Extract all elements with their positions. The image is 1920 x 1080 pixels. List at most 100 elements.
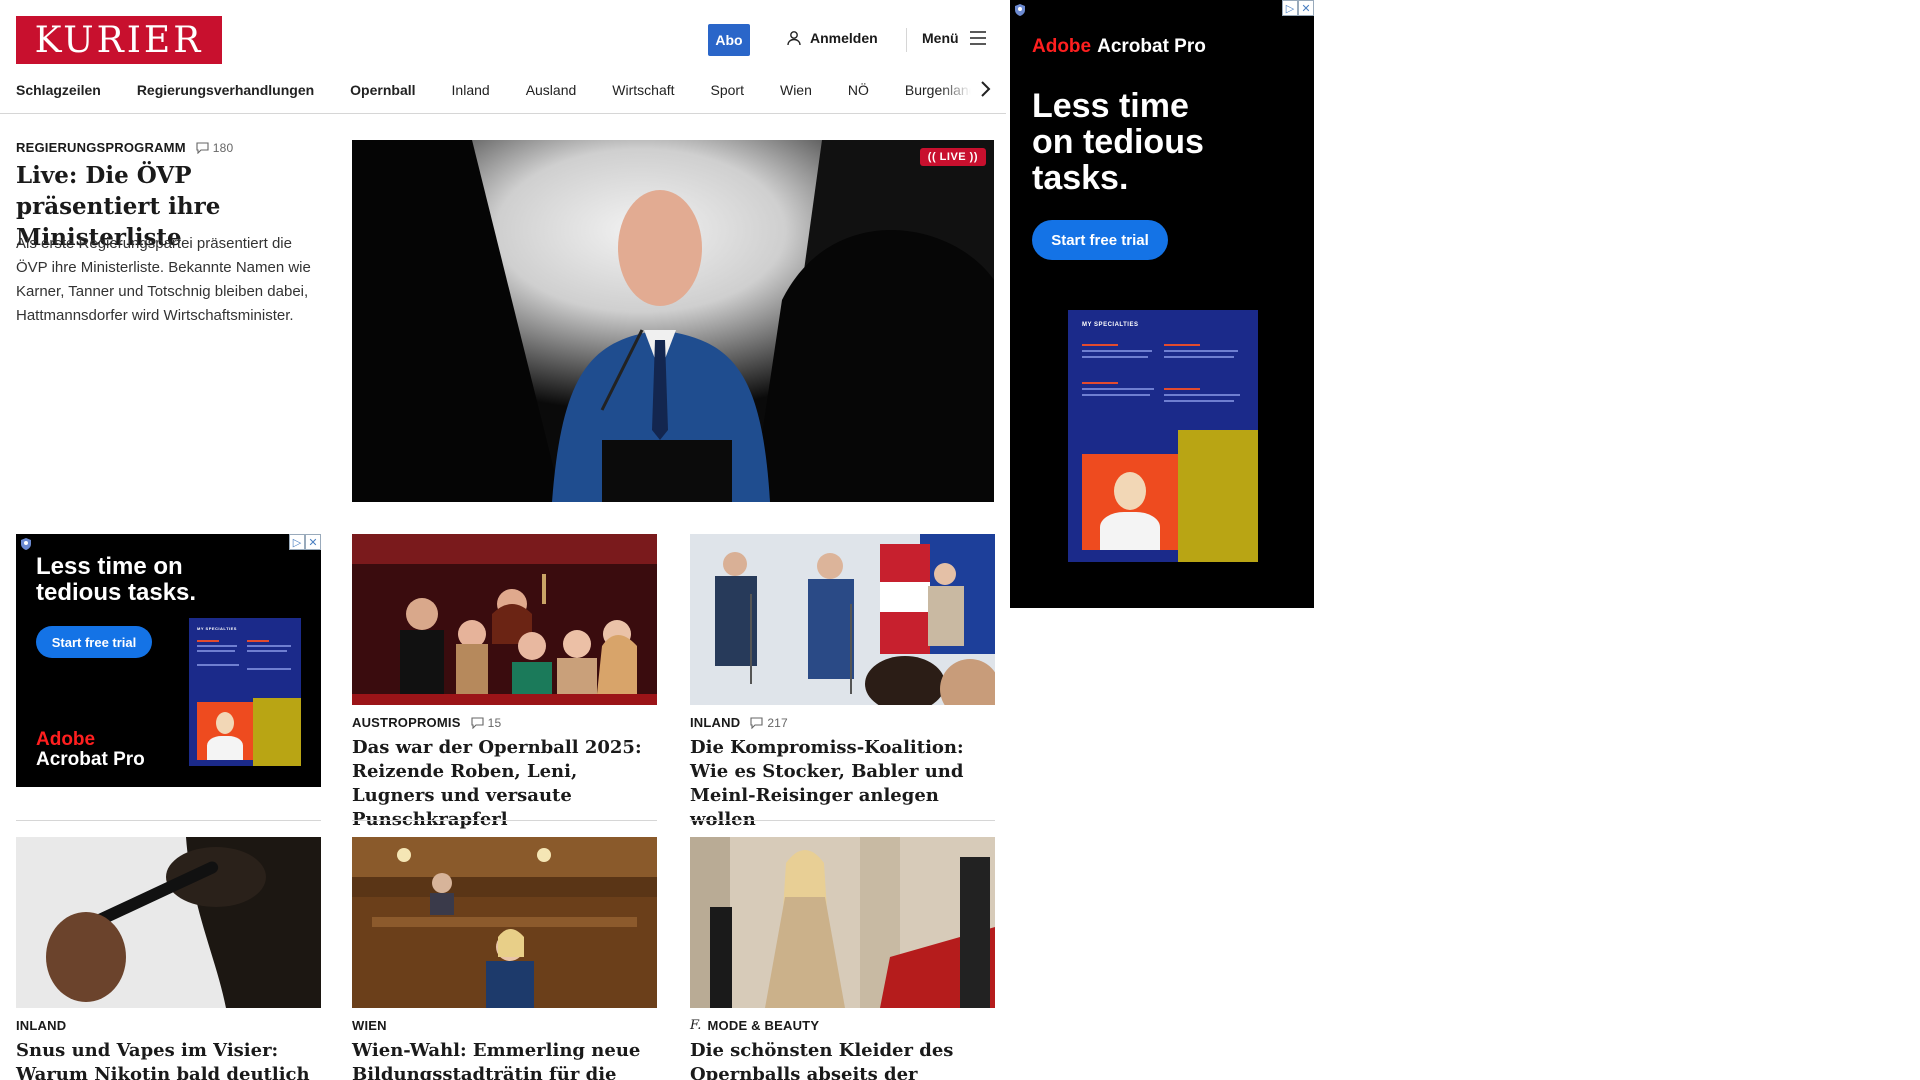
live-badge: (( LIVE )): [919, 148, 986, 166]
ad-start-trial-button[interactable]: Start free trial: [1032, 220, 1168, 260]
mock-text-line: [1164, 388, 1200, 390]
mock-text-line: [197, 664, 239, 666]
ad-headline-line: on tedious: [1032, 123, 1204, 161]
mock-text-line: [1082, 350, 1152, 352]
close-icon[interactable]: ✕: [305, 534, 321, 550]
close-icon[interactable]: ✕: [1298, 0, 1314, 16]
adchoices-icon[interactable]: ▷: [289, 534, 305, 550]
mock-text-line: [1082, 394, 1150, 396]
nav-item-wien[interactable]: Wien: [762, 82, 830, 98]
mock-text-line: [197, 640, 219, 642]
nav-item-schlagzeilen[interactable]: Schlagzeilen: [16, 82, 119, 98]
article-kicker: INLAND 217: [690, 715, 995, 730]
ad-choices[interactable]: ▷ ✕: [1282, 0, 1314, 16]
mock-text-line: [1164, 400, 1234, 402]
section-nav: Schlagzeilen Regierungsverhandlungen Ope…: [16, 78, 986, 102]
comment-icon: [750, 716, 763, 729]
article-card[interactable]: f. MODE & BEAUTY Die schönsten Kleider d…: [690, 837, 995, 1080]
mock-text-line: [1164, 350, 1238, 352]
article-image[interactable]: [16, 837, 321, 1008]
kicker-label: AUSTROPROMIS: [352, 715, 461, 730]
nav-item-inland[interactable]: Inland: [434, 82, 508, 98]
comment-count[interactable]: 180: [196, 141, 234, 155]
comment-icon: [471, 716, 484, 729]
ad-brand-line: Adobe Acrobat Pro: [1032, 36, 1206, 58]
kurier-logo[interactable]: KURIER: [16, 16, 222, 64]
opera-box-photo: [352, 534, 657, 705]
nav-item-sport[interactable]: Sport: [693, 82, 762, 98]
mock-text-line: [197, 645, 237, 647]
article-card[interactable]: INLAND 217 Die Kompromiss-Koalition: Wie…: [690, 534, 995, 832]
press-conference-photo: [690, 534, 995, 705]
vape-photo: [16, 837, 321, 1008]
shield-icon: [1015, 4, 1025, 16]
comment-icon: [196, 141, 209, 154]
comment-count[interactable]: 217: [750, 716, 788, 730]
ad-brand: Adobe: [1032, 36, 1092, 57]
mock-text-line: [1082, 356, 1148, 358]
ad-brand: Adobe: [36, 729, 96, 750]
kicker-label: INLAND: [690, 715, 741, 730]
site-header: KURIER Abo Anmelden Menü Schlagzeilen Re…: [0, 0, 1006, 114]
mock-shirt: [1100, 512, 1160, 550]
article-image[interactable]: [352, 534, 657, 705]
mock-text-line: [247, 645, 291, 647]
article-card[interactable]: WIEN Wien-Wahl: Emmerling neue Bildungss…: [352, 837, 657, 1080]
mock-text-line: [247, 650, 287, 652]
inline-advertisement[interactable]: ▷ ✕ Less time on tedious tasks. Start fr…: [16, 534, 321, 787]
top-story-image[interactable]: (( LIVE )): [352, 140, 994, 502]
article-image[interactable]: [352, 837, 657, 1008]
menu-label: Menü: [922, 30, 959, 46]
article-card[interactable]: INLAND Snus und Vapes im Visier: Warum N…: [16, 837, 321, 1080]
abo-button[interactable]: Abo: [708, 24, 750, 56]
login-button[interactable]: Anmelden: [786, 30, 878, 46]
ad-headline-line: tedious tasks.: [36, 579, 197, 606]
article-title[interactable]: Das war der Opernball 2025: Reizende Rob…: [352, 736, 657, 832]
mock-shirt: [207, 736, 243, 760]
comment-count-value: 180: [212, 140, 234, 155]
adchoices-icon[interactable]: ▷: [1282, 0, 1298, 16]
row-divider: [690, 820, 995, 821]
mock-text-line: [1164, 394, 1240, 396]
speaker-photo: [352, 140, 994, 502]
comment-count-value: 217: [767, 715, 788, 730]
login-label: Anmelden: [810, 30, 878, 46]
nav-item-wirtschaft[interactable]: Wirtschaft: [594, 82, 692, 98]
article-kicker: INLAND: [16, 1018, 321, 1033]
article-image[interactable]: [690, 534, 995, 705]
nav-item-regierungsverhandlungen[interactable]: Regierungsverhandlungen: [119, 82, 332, 98]
mock-text-line: [1082, 344, 1118, 346]
nav-item-ausland[interactable]: Ausland: [508, 82, 595, 98]
article-title[interactable]: Wien-Wahl: Emmerling neue Bildungsstadtr…: [352, 1039, 657, 1080]
comment-count-value: 15: [487, 715, 502, 730]
ad-headline: Less time on tedious tasks.: [1032, 88, 1204, 196]
nav-item-opernball[interactable]: Opernball: [332, 82, 433, 98]
shield-icon: [21, 538, 31, 550]
kicker-label: WIEN: [352, 1018, 387, 1033]
article-kicker: AUSTROPROMIS 15: [352, 715, 657, 730]
menu-button[interactable]: Menü: [922, 30, 987, 46]
ad-choices[interactable]: ▷ ✕: [289, 534, 321, 550]
mock-text-line: [1082, 388, 1154, 390]
city-council-photo: [352, 837, 657, 1008]
ad-product: Acrobat Pro: [36, 749, 145, 770]
ad-headline-line: tasks.: [1032, 159, 1129, 197]
row-divider: [16, 820, 321, 821]
ad-mock-document: MY SPECIALTIES: [189, 618, 301, 766]
side-advertisement[interactable]: ▷ ✕ Adobe Acrobat Pro Less time on tedio…: [1010, 0, 1314, 608]
hamburger-icon: [969, 31, 986, 45]
opera-dress-photo: [690, 837, 995, 1008]
chevron-right-icon[interactable]: [978, 78, 992, 100]
article-title[interactable]: Die Kompromiss-Koalition: Wie es Stocker…: [690, 736, 995, 832]
kicker-label: MODE & BEAUTY: [707, 1018, 820, 1033]
article-image[interactable]: [690, 837, 995, 1008]
article-title[interactable]: Snus und Vapes im Visier: Warum Nikotin …: [16, 1039, 321, 1080]
article-card[interactable]: AUSTROPROMIS 15 Das war der Opernball 20…: [352, 534, 657, 832]
ad-start-trial-button[interactable]: Start free trial: [36, 626, 152, 658]
mock-yellow-panel: [253, 698, 301, 766]
comment-count[interactable]: 15: [471, 716, 502, 730]
mock-portrait: [1082, 454, 1178, 550]
nav-item-noe[interactable]: NÖ: [830, 82, 887, 98]
article-title[interactable]: Die schönsten Kleider des Opernballs abs…: [690, 1039, 995, 1080]
ad-mock-document: MY SPECIALTIES: [1068, 310, 1258, 562]
